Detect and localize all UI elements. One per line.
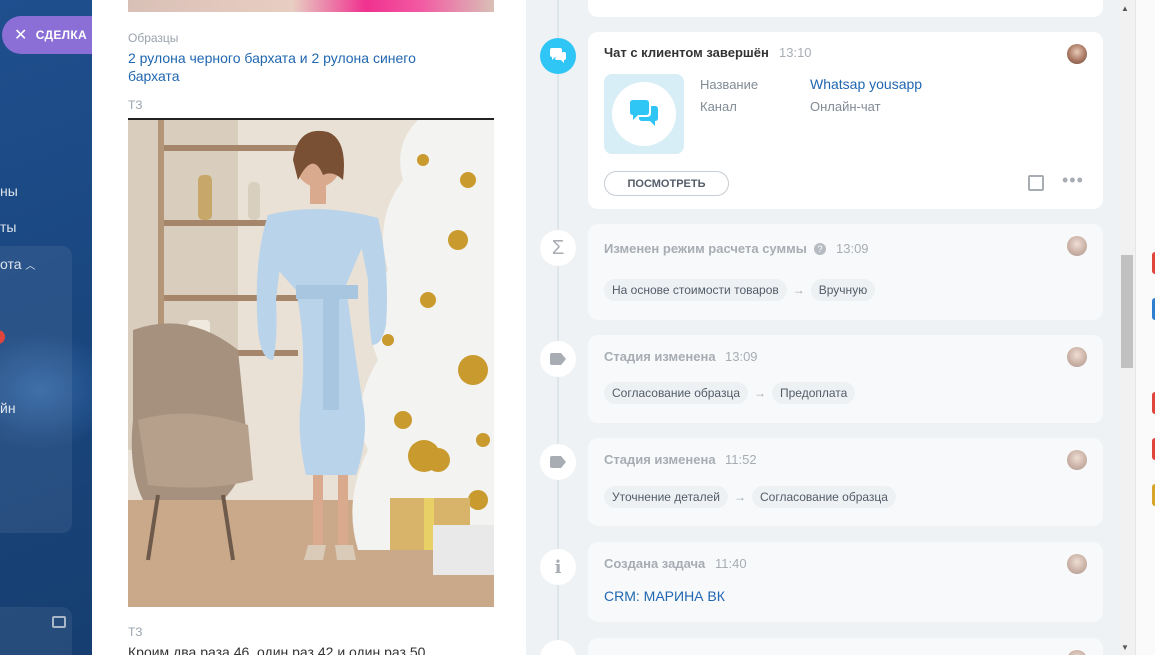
scrollbar-thumb[interactable] xyxy=(1121,255,1133,368)
from-chip: Уточнение деталей xyxy=(604,486,728,508)
sidebar-item[interactable]: йн xyxy=(0,400,16,416)
sidebar-item[interactable]: ты xyxy=(0,219,16,235)
card-time: 11:40 xyxy=(715,556,747,571)
to-chip: Вручную xyxy=(810,279,876,301)
chat-completed-card: Чат с клиентом завершён 13:10 Название W… xyxy=(588,32,1103,209)
card-time: 13:09 xyxy=(725,349,758,364)
change-chips: Согласование образца → Предоплата xyxy=(604,382,856,404)
sidebar-item[interactable]: ота ︿ xyxy=(0,256,35,272)
card-title: Чат с клиентом завершён xyxy=(604,45,769,60)
close-icon: ✕ xyxy=(14,27,28,44)
to-chip: Предоплата xyxy=(772,382,856,404)
sigma-icon: Σ xyxy=(540,230,576,266)
more-icon[interactable]: ••• xyxy=(1062,170,1084,191)
left-sidebar: ✕ СДЕЛКА ны ты ота ︿ йн xyxy=(0,0,92,655)
sidebar-menu-group xyxy=(0,246,72,533)
card-title: Стадия изменена xyxy=(604,452,716,467)
name-label: Название xyxy=(700,77,759,92)
timeline-icon-partial xyxy=(540,640,576,655)
stage-changed-card: Стадия изменена 13:09 Согласование образ… xyxy=(588,335,1103,423)
change-chips: Уточнение деталей → Согласование образца xyxy=(604,486,896,508)
timeline-card-partial xyxy=(588,0,1103,17)
change-chips: На основе стоимости товаров → Вручную xyxy=(604,279,876,301)
close-deal-label: СДЕЛКА xyxy=(35,28,87,42)
view-button[interactable]: ПОСМОТРЕТЬ xyxy=(604,171,729,196)
printer-icon[interactable] xyxy=(52,616,66,628)
to-chip: Согласование образца xyxy=(751,486,896,508)
timeline-card-partial xyxy=(588,638,1103,655)
scroll-down-arrow[interactable]: ▼ xyxy=(1121,643,1129,652)
help-icon[interactable]: ? xyxy=(814,243,826,255)
chat-channel-logo xyxy=(604,74,684,154)
sum-mode-card: Изменен режим расчета суммы ? 13:09 На о… xyxy=(588,224,1103,320)
dress-photo[interactable] xyxy=(128,118,494,607)
arrow-right-icon: → xyxy=(733,490,746,504)
info-icon: i xyxy=(540,549,576,585)
avatar[interactable] xyxy=(1067,44,1087,64)
scroll-up-arrow[interactable]: ▲ xyxy=(1121,4,1129,13)
avatar[interactable] xyxy=(1067,554,1087,574)
card-title: Изменен режим расчета суммы xyxy=(604,241,807,256)
tz-label: ТЗ xyxy=(128,98,143,112)
samples-label: Образцы xyxy=(128,31,179,45)
samples-value: 2 рулона черного бархата и 2 рулона сине… xyxy=(128,50,416,84)
card-time: 11:52 xyxy=(725,452,757,467)
avatar[interactable] xyxy=(1067,236,1087,256)
sidebar-item[interactable]: ны xyxy=(0,183,18,199)
tz2-label: ТЗ xyxy=(128,625,143,639)
card-time: 13:09 xyxy=(836,241,869,256)
channel-label: Канал xyxy=(700,99,737,114)
from-chip: На основе стоимости товаров xyxy=(604,279,787,301)
avatar[interactable] xyxy=(1067,650,1087,655)
stage-changed-card: Стадия изменена 11:52 Уточнение деталей … xyxy=(588,438,1103,526)
avatar[interactable] xyxy=(1067,450,1087,470)
deal-fields-panel: Образцы 2 рулона черного бархата и 2 рул… xyxy=(92,0,526,655)
sidebar-bottom-box xyxy=(0,607,72,655)
tz2-value: Кроим два раза 46, один раз 42 и один ра… xyxy=(128,644,426,655)
avatar[interactable] xyxy=(1067,347,1087,367)
name-value[interactable]: Whatsap yousapp xyxy=(810,76,922,92)
channel-value: Онлайн-чат xyxy=(810,99,881,114)
right-sidebar-edge xyxy=(1135,0,1155,655)
task-created-card: Создана задача 11:40 CRM: МАРИНА ВК xyxy=(588,542,1103,622)
stage-tag-icon xyxy=(540,444,576,480)
note-icon[interactable] xyxy=(1028,175,1044,191)
chat-bubbles-icon xyxy=(612,82,676,146)
stage-tag-icon xyxy=(540,341,576,377)
close-deal-button[interactable]: ✕ СДЕЛКА xyxy=(2,16,92,54)
sample-photo-cropped xyxy=(128,0,494,12)
chat-icon xyxy=(540,38,576,74)
card-title: Создана задача xyxy=(604,556,706,571)
card-time: 13:10 xyxy=(779,45,812,60)
chevron-up-icon: ︿ xyxy=(25,261,36,272)
from-chip: Согласование образца xyxy=(604,382,748,404)
arrow-right-icon: → xyxy=(754,386,766,400)
arrow-right-icon: → xyxy=(792,283,805,297)
card-title: Стадия изменена xyxy=(604,349,716,364)
task-link[interactable]: CRM: МАРИНА ВК xyxy=(604,588,725,604)
